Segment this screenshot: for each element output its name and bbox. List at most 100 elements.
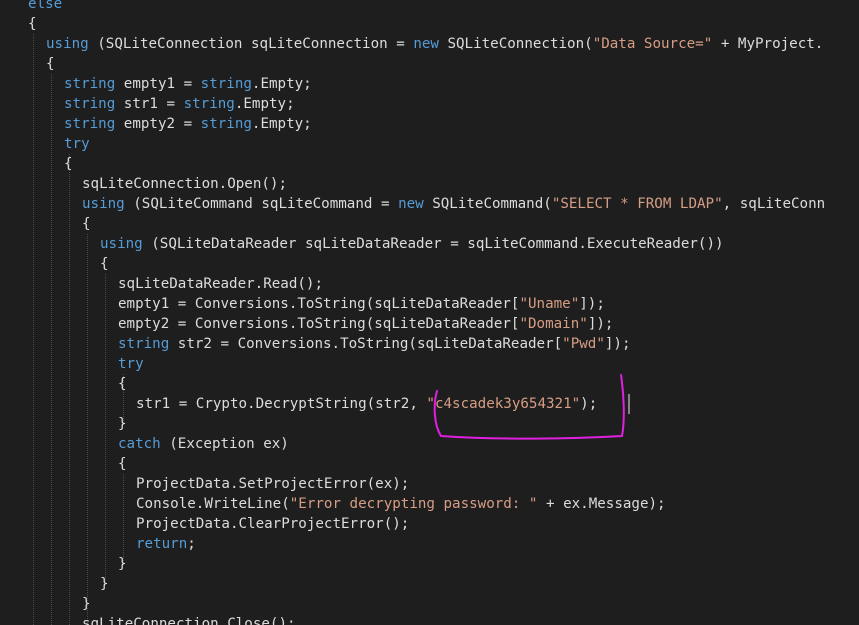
code-token: .Empty; <box>251 76 312 92</box>
code-token: { <box>82 216 91 232</box>
code-token: ]); <box>604 336 631 352</box>
code-line: } <box>82 594 91 614</box>
code-token: SQLiteCommand( <box>423 196 552 212</box>
keyword-token: else <box>28 0 63 12</box>
code-token: { <box>118 376 127 392</box>
code-line: else <box>28 0 62 14</box>
code-token: } <box>82 596 91 612</box>
keyword-token: string <box>64 116 116 132</box>
code-line: using (SQLiteCommand sqLiteCommand = new… <box>82 194 825 214</box>
code-token: } <box>118 416 127 432</box>
string-literal-token: "SELECT * FROM LDAP" <box>551 196 723 212</box>
code-token: { <box>118 456 127 472</box>
code-line: { <box>100 254 109 274</box>
code-line: { <box>118 454 127 474</box>
code-token: , sqLiteConn <box>722 196 826 212</box>
code-line: { <box>118 374 127 394</box>
code-token: + ex.Message); <box>537 496 666 512</box>
code-line: Console.WriteLine("Error decrypting pass… <box>136 494 666 514</box>
code-line: empty2 = Conversions.ToString(sqLiteData… <box>118 314 613 334</box>
code-line: catch (Exception ex) <box>118 434 289 454</box>
keyword-token: string <box>183 96 235 112</box>
keyword-token: string <box>64 76 116 92</box>
code-token: str2 = Conversions.ToString(sqLiteDataRe… <box>169 336 563 352</box>
code-line: } <box>100 574 109 594</box>
string-literal-token: "Uname" <box>519 296 580 312</box>
indent-guide <box>105 274 106 585</box>
code-token: sqLiteConnection.Open(); <box>82 176 287 192</box>
string-literal-token: "Data Source=" <box>592 36 713 52</box>
indent-guide <box>69 154 70 625</box>
code-token: } <box>118 556 127 572</box>
code-line: { <box>64 154 73 174</box>
code-line: ProjectData.SetProjectError(ex); <box>136 474 409 494</box>
code-line: { <box>28 14 37 34</box>
code-line: { <box>82 214 91 234</box>
code-editor[interactable]: else { using (SQLiteConnection sqLiteConne… <box>0 0 859 625</box>
code-line: } <box>118 414 127 434</box>
keyword-token: string <box>118 336 170 352</box>
code-line: empty1 = Conversions.ToString(sqLiteData… <box>118 294 605 314</box>
code-token: { <box>46 56 55 72</box>
code-token: empty1 = Conversions.ToString(sqLiteData… <box>118 296 520 312</box>
code-token: (SQLiteCommand sqLiteCommand = <box>124 196 399 212</box>
code-line: using (SQLiteDataReader sqLiteDataReader… <box>100 234 724 254</box>
code-token: ProjectData.SetProjectError(ex); <box>136 476 410 492</box>
code-line: sqLiteDataReader.Read(); <box>118 274 323 294</box>
code-token: ]); <box>587 316 614 332</box>
code-token: ]); <box>579 296 605 312</box>
keyword-token: return <box>136 536 188 552</box>
code-line: sqLiteConnection.Open(); <box>82 174 287 194</box>
code-token: sqLiteDataReader.Read(); <box>118 276 323 292</box>
keyword-token: using <box>82 196 125 212</box>
code-token: + MyProject. <box>712 36 824 52</box>
code-token: str1 = <box>115 96 184 112</box>
code-token: ProjectData.ClearProjectError(); <box>136 516 410 532</box>
code-token: { <box>100 256 109 272</box>
code-line: } <box>118 554 127 574</box>
code-token: str1 = Crypto.DecryptString(str2, <box>136 396 427 412</box>
code-token: Console.WriteLine( <box>136 496 290 512</box>
keyword-token: using <box>46 36 89 52</box>
code-line: using (SQLiteConnection sqLiteConnection… <box>46 34 823 54</box>
string-literal-token: "Error decrypting password: " <box>289 496 538 512</box>
string-literal-token: "c4scadek3y654321" <box>426 396 581 412</box>
code-line: { <box>46 54 55 74</box>
code-line: try <box>118 354 144 374</box>
string-literal-token: "Pwd" <box>562 336 605 352</box>
code-line: ProjectData.ClearProjectError(); <box>136 514 409 534</box>
code-token: (SQLiteConnection sqLiteConnection = <box>88 36 414 52</box>
code-line: string str2 = Conversions.ToString(sqLit… <box>118 334 631 354</box>
keyword-token: string <box>200 76 252 92</box>
keyword-token: string <box>64 96 116 112</box>
code-token: ); <box>580 396 598 412</box>
code-line: str1 = Crypto.DecryptString(str2, "c4sca… <box>136 394 597 414</box>
string-literal-token: "Domain" <box>519 316 588 332</box>
code-token: sqLiteConnection.Close(); <box>82 616 296 625</box>
indent-guide <box>33 34 34 625</box>
code-token: SQLiteConnection( <box>438 36 593 52</box>
code-token: ; <box>187 536 196 552</box>
keyword-token: catch <box>118 436 161 452</box>
code-token: } <box>100 576 109 592</box>
code-line: string str1 = string.Empty; <box>64 94 295 114</box>
code-token: .Empty; <box>234 96 295 112</box>
keyword-token: try <box>118 356 144 372</box>
code-token: { <box>64 156 73 172</box>
code-token: { <box>28 16 37 32</box>
code-token: empty2 = <box>115 116 201 132</box>
keyword-token: new <box>413 36 439 52</box>
code-line: sqLiteConnection.Close(); <box>82 614 296 625</box>
code-line: try <box>64 134 90 154</box>
code-line: string empty2 = string.Empty; <box>64 114 312 134</box>
keyword-token: using <box>100 236 143 252</box>
code-token: .Empty; <box>251 116 312 132</box>
keyword-token: new <box>398 196 424 212</box>
code-token: (SQLiteDataReader sqLiteDataReader = sqL… <box>142 236 724 252</box>
code-token: empty2 = Conversions.ToString(sqLiteData… <box>118 316 520 332</box>
code-token: (Exception ex) <box>160 436 289 452</box>
keyword-token: try <box>64 136 90 152</box>
indent-guide <box>51 74 52 625</box>
indent-guide <box>123 474 124 565</box>
code-line: return; <box>136 534 196 554</box>
